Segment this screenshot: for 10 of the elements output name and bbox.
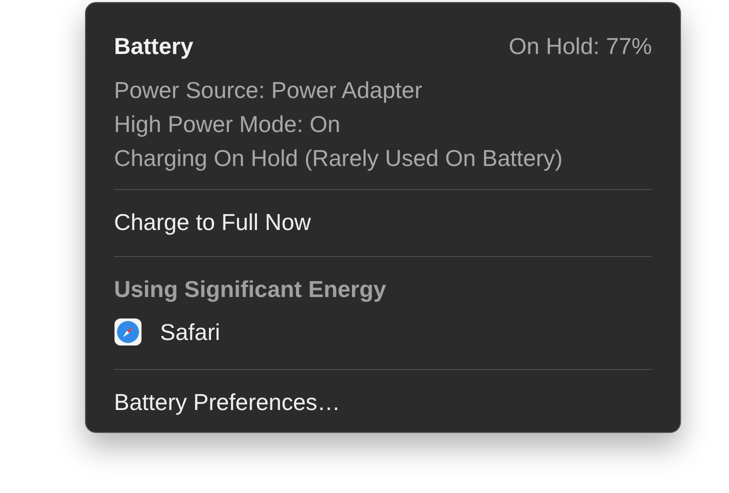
compass-icon [114, 318, 142, 346]
battery-status: On Hold: 77% [508, 32, 652, 60]
section-heading: Using Significant Energy [114, 275, 388, 304]
menu-item[interactable]: Charge to Full Now [114, 202, 652, 242]
info-text: Charging On Hold (Rarely Used On Battery) [114, 144, 564, 173]
info-text: High Power Mode: On [114, 110, 342, 139]
info-text: Power Source: Power Adapter [114, 76, 424, 105]
app-menu-item[interactable]: Safari [114, 309, 652, 355]
menu-title: Battery [114, 32, 194, 60]
menu-item[interactable]: Battery Preferences… [114, 382, 652, 422]
